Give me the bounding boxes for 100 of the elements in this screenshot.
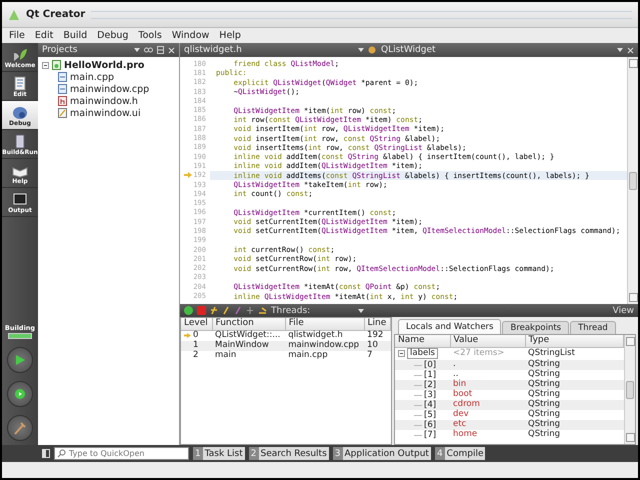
menu-item[interactable]: Edit bbox=[30, 30, 58, 41]
dropdown-caret-icon[interactable] bbox=[358, 308, 364, 312]
cpp-file-icon bbox=[58, 72, 67, 82]
project-icon bbox=[52, 60, 61, 70]
output-pane-button[interactable]: 3 Application Output bbox=[332, 447, 431, 460]
current-frame-arrow-icon bbox=[184, 332, 191, 338]
scrollbar[interactable] bbox=[627, 57, 638, 304]
step-out-icon[interactable] bbox=[234, 306, 242, 315]
table-cell: .. bbox=[450, 370, 525, 380]
file-selector[interactable]: qlistwidget.h bbox=[184, 45, 354, 55]
column-header[interactable]: File bbox=[285, 318, 364, 330]
scrollbar[interactable] bbox=[624, 335, 635, 444]
continue-icon[interactable] bbox=[184, 306, 193, 315]
table-cell: MainWindow bbox=[212, 340, 286, 350]
tree-item[interactable]: main.cpp bbox=[70, 72, 114, 82]
column-header[interactable]: Level bbox=[181, 318, 212, 330]
column-header[interactable]: Line bbox=[364, 318, 390, 330]
tree-item[interactable]: HelloWorld.pro bbox=[64, 60, 144, 70]
table-cell: QStringList bbox=[525, 347, 624, 360]
table-cell: [7] bbox=[424, 430, 436, 440]
tree-item[interactable]: mainwindow.h bbox=[70, 96, 138, 106]
view-menu[interactable]: View bbox=[612, 306, 634, 316]
table-cell: home bbox=[450, 430, 525, 440]
column-header[interactable]: Type bbox=[525, 335, 624, 347]
table-cell: <27 items> bbox=[450, 347, 525, 360]
menu-item[interactable]: Help bbox=[214, 30, 246, 41]
play-icon bbox=[14, 354, 26, 366]
table-cell: dev bbox=[450, 410, 525, 420]
menu-item[interactable]: Tools bbox=[133, 30, 167, 41]
tab[interactable]: Breakpoints bbox=[502, 321, 570, 334]
dropdown-caret-icon[interactable] bbox=[134, 48, 140, 52]
link-icon[interactable] bbox=[144, 47, 153, 53]
table-cell: [6] bbox=[424, 420, 436, 430]
play-circle-icon bbox=[15, 389, 25, 399]
table-cell: bin bbox=[450, 380, 525, 390]
threads-label: Threads: bbox=[271, 306, 310, 316]
output-pane-button[interactable]: 1 Task List bbox=[193, 447, 245, 460]
table-cell: QString bbox=[525, 380, 624, 390]
menu-item[interactable]: File bbox=[4, 30, 30, 41]
tree-item[interactable]: mainwindow.ui bbox=[70, 108, 141, 118]
close-icon[interactable] bbox=[627, 46, 634, 54]
table-cell: boot bbox=[450, 390, 525, 400]
step-into-icon[interactable] bbox=[222, 306, 230, 315]
tree-item[interactable]: mainwindow.cpp bbox=[70, 84, 150, 94]
menu-item[interactable]: Window bbox=[166, 30, 214, 41]
table-cell: [1] bbox=[424, 370, 436, 380]
table-cell: labels bbox=[407, 348, 438, 358]
quick-open-field[interactable]: Type to QuickOpen bbox=[54, 447, 189, 460]
bug-icon bbox=[12, 105, 28, 120]
dropdown-caret-icon[interactable] bbox=[617, 48, 623, 52]
table-cell: [3] bbox=[424, 390, 436, 400]
output-pane-button[interactable]: 4 Compile bbox=[434, 447, 486, 460]
debug-run-button[interactable] bbox=[7, 381, 33, 407]
table-cell: 2 bbox=[193, 350, 198, 360]
table-cell: QString bbox=[525, 430, 624, 440]
menu-item[interactable]: Debug bbox=[92, 30, 134, 41]
table-cell: main bbox=[212, 350, 286, 360]
symbol-selector[interactable]: QListWidget bbox=[381, 45, 613, 55]
app-logo-icon bbox=[8, 8, 20, 20]
window-title: Qt Creator bbox=[26, 9, 86, 20]
table-cell: QString bbox=[525, 370, 624, 380]
table-cell: 10 bbox=[364, 340, 390, 350]
tab[interactable]: Locals and Watchers bbox=[398, 319, 502, 334]
table-cell: . bbox=[450, 360, 525, 370]
table-cell: cdrom bbox=[450, 400, 525, 410]
table-cell: [0] bbox=[424, 360, 436, 370]
table-cell: QString bbox=[525, 390, 624, 400]
form-file-icon bbox=[58, 108, 67, 118]
close-icon[interactable] bbox=[168, 46, 175, 54]
table-cell: 7 bbox=[364, 350, 390, 360]
split-icon[interactable] bbox=[157, 46, 164, 54]
table-cell: mainwindow.cpp bbox=[285, 340, 364, 350]
tab[interactable]: Thread bbox=[570, 321, 616, 334]
leaves-icon bbox=[12, 47, 28, 62]
table-cell: QString bbox=[525, 410, 624, 420]
collapse-icon[interactable] bbox=[398, 350, 405, 356]
table-cell: QListWidget::... bbox=[212, 330, 286, 340]
table-cell: 192 bbox=[364, 330, 390, 340]
toggle-icon[interactable] bbox=[246, 306, 254, 315]
table-cell: 1 bbox=[193, 340, 198, 350]
collapse-icon[interactable] bbox=[42, 62, 49, 68]
step-icon[interactable] bbox=[258, 306, 267, 315]
cpp-file-icon bbox=[58, 84, 67, 94]
run-button[interactable] bbox=[7, 347, 33, 373]
table-cell: main.cpp bbox=[285, 350, 364, 360]
table-cell: [2] bbox=[424, 380, 436, 390]
document-icon bbox=[12, 76, 28, 91]
column-header[interactable]: Name bbox=[395, 335, 450, 347]
column-header[interactable]: Value bbox=[450, 335, 525, 347]
output-pane-button[interactable]: 2 Search Results bbox=[248, 447, 329, 460]
step-over-icon[interactable] bbox=[210, 306, 218, 315]
menu-item[interactable]: Build bbox=[58, 30, 92, 41]
sidebar-toggle-icon[interactable] bbox=[42, 449, 50, 458]
search-icon bbox=[57, 449, 66, 458]
dropdown-caret-icon[interactable] bbox=[358, 48, 364, 52]
column-header[interactable]: Function bbox=[212, 318, 286, 330]
table-cell: QString bbox=[525, 400, 624, 410]
table-cell: etc bbox=[450, 420, 525, 430]
build-button[interactable] bbox=[7, 415, 33, 441]
table-cell: QString bbox=[525, 360, 624, 370]
